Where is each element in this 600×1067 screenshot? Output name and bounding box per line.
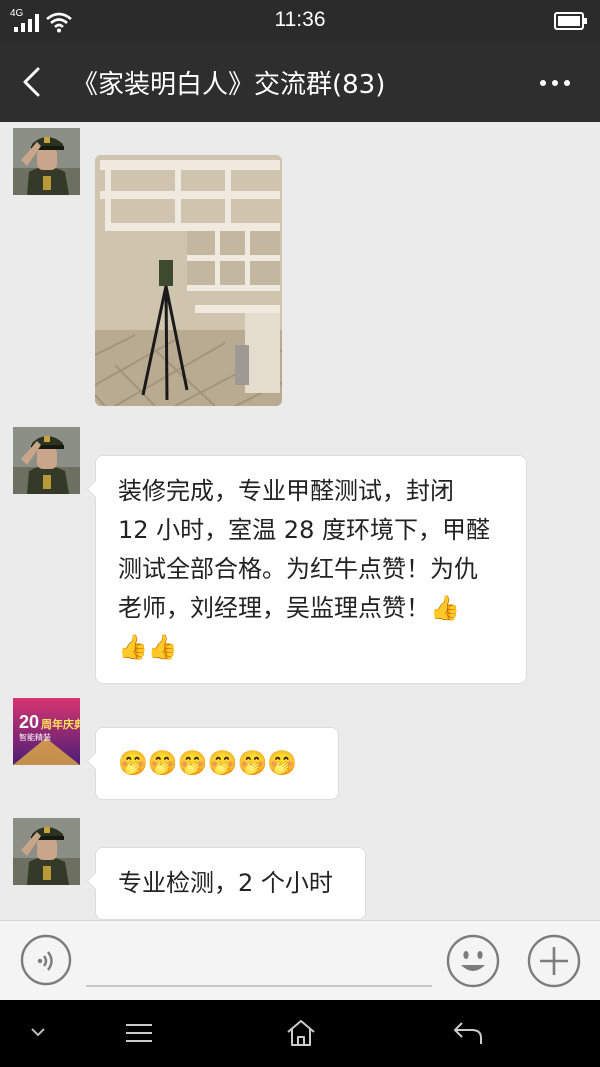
message-line: 专业检测，2 个小时 [118,869,333,897]
message-line: 👍👍 [118,633,178,661]
avatar-badge-sub: 智能精装 [19,732,51,742]
message-line: 装修完成，专业甲醛测试，封闭 [118,477,454,505]
soldier-avatar[interactable] [13,427,80,494]
voice-input-button[interactable] [20,934,72,986]
plus-icon[interactable] [527,934,581,988]
chat-title: 《家装明白人》交流群(83) [72,70,386,100]
home-icon[interactable] [285,1018,317,1048]
menu-icon[interactable] [124,1022,154,1044]
message-line: 老师，刘经理，吴监理点赞！👍 [118,594,460,622]
back-nav-icon[interactable] [452,1020,484,1046]
anniversary-avatar[interactable]: 20 周年庆典 智能精装 [13,698,80,765]
text-message-bubble[interactable]: 🤭🤭🤭🤭🤭🤭 [87,727,339,800]
input-bar [0,920,600,1000]
avatar-badge-title: 周年庆典 [41,717,80,731]
battery-icon [554,12,587,30]
title-bar: 《家装明白人》交流群(83) [0,42,600,122]
chevron-down-icon[interactable] [30,1026,46,1038]
system-nav-bar [0,1000,600,1067]
message-input[interactable] [86,985,432,987]
more-options-icon[interactable] [538,78,572,88]
text-message-bubble[interactable]: 专业检测，2 个小时 [87,847,366,920]
soldier-avatar[interactable] [13,818,80,885]
text-message-bubble[interactable]: 装修完成，专业甲醛测试，封闭 12 小时，室温 28 度环境下，甲醛 测试全部合… [87,455,527,684]
emoji-icon[interactable] [446,934,500,988]
clock: 11:36 [274,8,326,31]
message-line: 12 小时，室温 28 度环境下，甲醛 [118,516,490,544]
avatar-badge-number: 20 [19,712,39,732]
soldier-avatar[interactable] [13,128,80,195]
chat-image[interactable] [95,155,282,406]
message-line: 🤭🤭🤭🤭🤭🤭 [118,749,298,777]
message-line: 测试全部合格。为红牛点赞！为仇 [118,555,478,583]
back-arrow-icon[interactable] [18,66,46,98]
chat-area[interactable]: 装修完成，专业甲醛测试，封闭 12 小时，室温 28 度环境下，甲醛 测试全部合… [0,122,600,920]
status-bar: 4G 11:36 [0,0,600,42]
